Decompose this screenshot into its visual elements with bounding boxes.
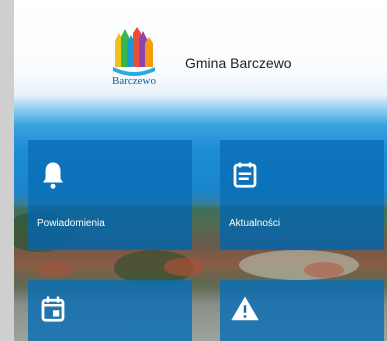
header: Barczewo Gmina Barczewo <box>14 0 387 100</box>
tile-alerts[interactable] <box>220 280 384 341</box>
calendar-icon <box>41 296 65 322</box>
logo-towers-icon <box>113 27 155 76</box>
logo-text: Barczewo <box>112 75 156 87</box>
tile-news[interactable]: Aktualności <box>220 140 384 250</box>
bell-icon <box>43 162 63 189</box>
tile-calendar[interactable] <box>28 280 192 341</box>
tile-notifications-label: Powiadomienia <box>37 218 105 229</box>
scene-roof-1 <box>164 258 204 276</box>
tile-notifications[interactable]: Powiadomienia <box>28 140 192 250</box>
news-icon <box>233 162 257 188</box>
app-screen: Barczewo Gmina Barczewo Powiadomienia Ak… <box>14 0 387 341</box>
tile-news-label: Aktualności <box>229 218 281 229</box>
scene-roof-2 <box>34 262 74 277</box>
scene-roof-3 <box>304 262 344 278</box>
barczewo-logo: Barczewo <box>103 27 165 97</box>
warning-icon <box>231 296 259 321</box>
app-title: Gmina Barczewo <box>185 55 292 71</box>
